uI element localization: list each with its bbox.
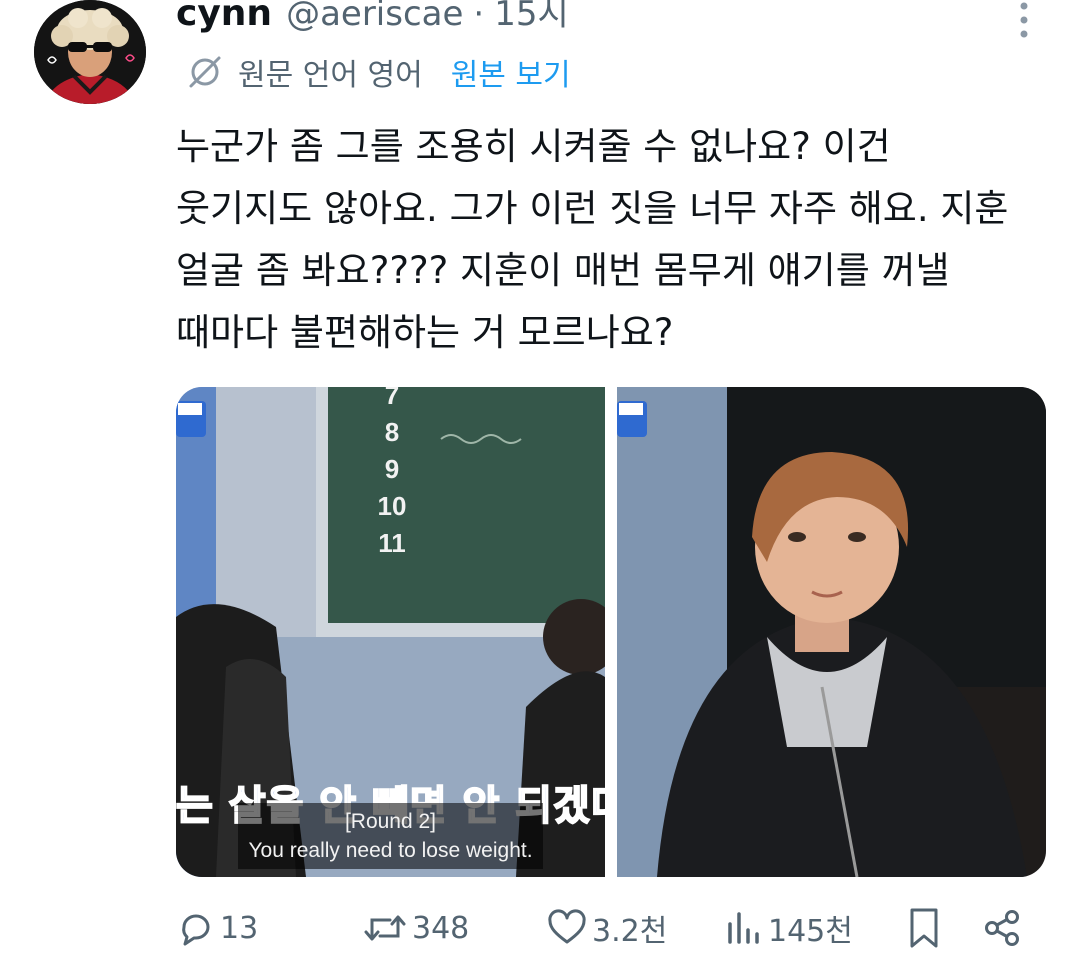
board-number: 8	[384, 417, 400, 447]
tweet-media: 7 8 9 10 11 는 살을 안 빼면 안 되겠더 [Round 2] Yo…	[176, 387, 1046, 877]
avatar-image	[34, 0, 146, 104]
translation-source-label: 원문 언어 영어	[238, 58, 423, 93]
board-number: 7	[384, 387, 400, 410]
show-original-link[interactable]: 원본 보기	[451, 50, 571, 94]
translate-icon	[189, 56, 221, 88]
repost-icon	[364, 915, 406, 941]
board-numbers: 7 8 9 10 11	[372, 387, 412, 562]
subtitle-box: [Round 2] You really need to lose weight…	[238, 803, 543, 869]
views-icon	[728, 912, 759, 944]
tweet-text-line: 웃기지도 않아요. 그가 이런 짓을 너무 자주 해요. 지훈	[176, 187, 1009, 230]
separator-dot: ·	[473, 0, 485, 34]
like-button[interactable]: 3.2천	[546, 900, 667, 956]
english-subtitle: [Round 2] You really need to lose weight…	[176, 803, 605, 869]
share-icon	[985, 910, 1019, 946]
subtitle-line-1: [Round 2]	[344, 810, 437, 833]
tweet-text-line: 누군가 좀 그를 조용히 시켜줄 수 없나요? 이건	[176, 125, 891, 168]
author-display-name[interactable]: cynn	[176, 0, 272, 34]
tweet-text-line: 얼굴 좀 봐요???? 지훈이 매번 몸무게 얘기를 꺼낼	[176, 249, 950, 292]
bookmark-icon	[910, 908, 938, 948]
share-button[interactable]	[982, 900, 1022, 956]
avatar[interactable]	[34, 0, 146, 104]
board-number: 11	[378, 528, 406, 558]
repost-button[interactable]: 348	[362, 900, 469, 956]
more-options-button[interactable]	[1010, 0, 1038, 40]
tweet-header: cynn @aeriscae · 15시	[176, 0, 569, 36]
translation-row: 원문 언어 영어 원본 보기	[186, 50, 571, 94]
media-image-left[interactable]: 7 8 9 10 11 는 살을 안 빼면 안 되겠더 [Round 2] Yo…	[176, 387, 605, 877]
subtitle-line-2: You really need to lose weight.	[248, 839, 533, 862]
reply-count: 13	[220, 910, 259, 946]
reply-button[interactable]: 13	[176, 900, 258, 956]
like-count: 3.2천	[592, 914, 668, 949]
media-image-right[interactable]	[617, 387, 1046, 877]
heart-icon	[548, 909, 586, 944]
tweet-action-bar: 13 348 3.2천 145천	[176, 900, 1046, 956]
person-closeup-image	[617, 387, 1046, 877]
views-button[interactable]: 145천	[724, 900, 853, 956]
views-count: 145천	[768, 914, 853, 949]
more-vertical-icon	[1020, 2, 1028, 38]
tweet-timestamp[interactable]: 15시	[494, 0, 569, 35]
tweet-text-line: 때마다 불편해하는 거 모르나요?	[176, 311, 674, 354]
board-number: 9	[384, 454, 400, 484]
author-handle[interactable]: @aeriscae	[286, 0, 463, 34]
board-number: 10	[377, 491, 407, 521]
tweet-text: 누군가 좀 그를 조용히 시켜줄 수 없나요? 이건 웃기지도 않아요. 그가 …	[176, 116, 1056, 364]
repost-count: 348	[412, 910, 470, 946]
reply-icon	[182, 914, 210, 946]
bookmark-button[interactable]	[906, 900, 942, 956]
